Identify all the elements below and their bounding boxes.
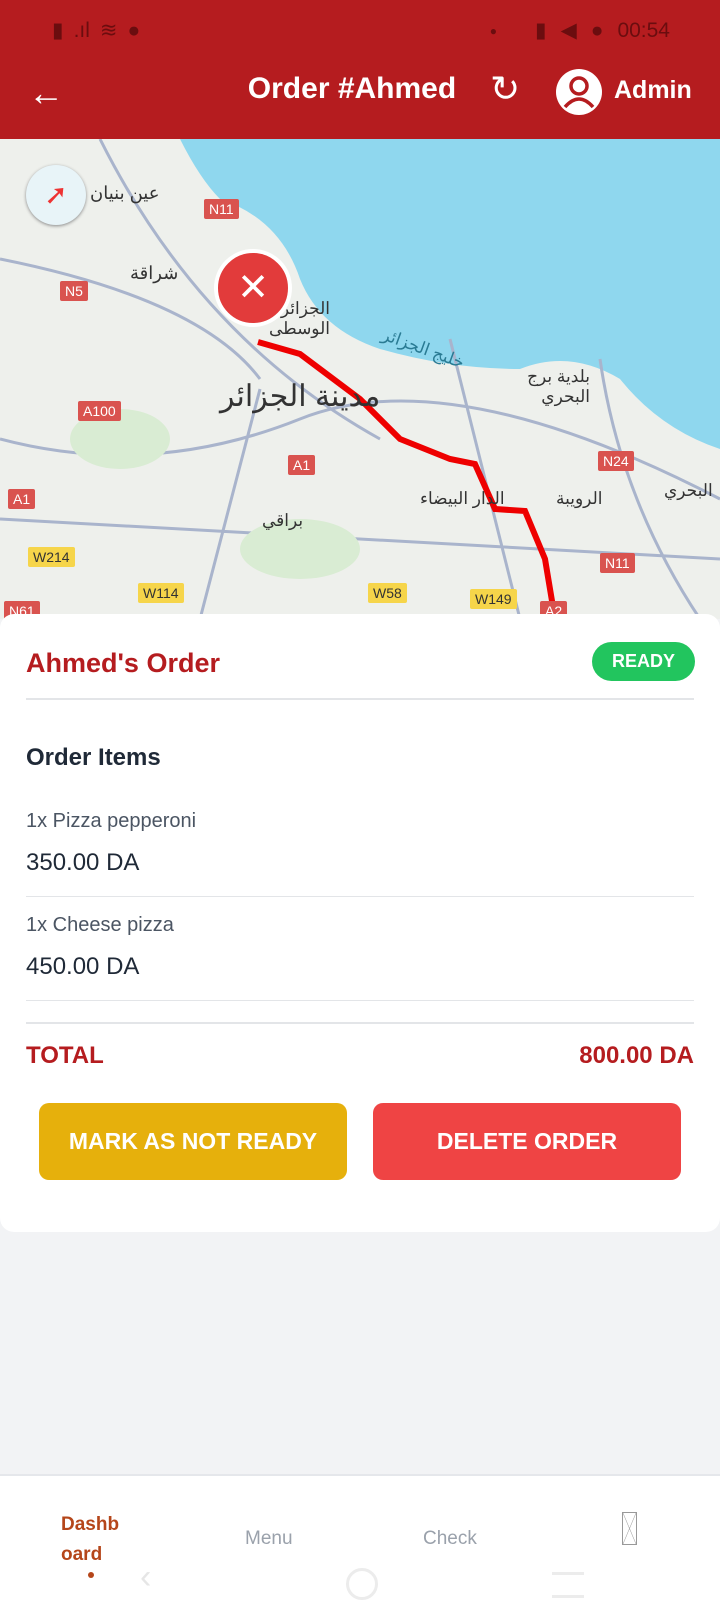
status-bar: ▮ .ıl ≋ ● ● ▮ ◀ ● 00:54: [0, 16, 720, 46]
user-avatar-icon[interactable]: [556, 69, 602, 115]
active-indicator: [88, 1572, 94, 1578]
back-arrow-icon[interactable]: ←: [28, 72, 64, 114]
page-title: Order #Ahmed: [247, 72, 457, 105]
map-label: البحري: [664, 481, 713, 500]
messenger-icon: ●: [590, 18, 604, 42]
broken-image-icon[interactable]: [622, 1512, 637, 1545]
road-sign: N11: [204, 199, 239, 219]
map-label: عين بنيان: [90, 183, 160, 203]
wifi-icon: ≋: [99, 19, 118, 42]
map-view[interactable]: ➚ ✕ عين بنيان شراقة الجزائر الوسطى خليج …: [0, 139, 720, 619]
clock: 00:54: [617, 18, 670, 42]
map-label: مدينة الجزائر: [220, 380, 381, 413]
telegram-icon: ◀: [560, 19, 577, 42]
list-item: 1x Cheese pizza 450.00 DA: [26, 914, 694, 981]
order-card: Ahmed's Order READY Order Items 1x Pizza…: [0, 614, 720, 1232]
section-title: Order Items: [26, 744, 161, 771]
road-sign: A100: [78, 401, 121, 421]
divider: [26, 1000, 694, 1001]
battery-icon: ▮: [52, 19, 64, 42]
total-value: 800.00 DA: [579, 1042, 694, 1069]
map-label: بلدية برج البحري: [527, 367, 590, 406]
item-name: 1x Pizza pepperoni: [26, 810, 197, 832]
battery-alert-icon: ▮: [535, 19, 547, 42]
road-sign: A1: [288, 455, 316, 475]
order-name: Ahmed's Order: [26, 648, 220, 678]
dot-icon: ●: [489, 23, 498, 38]
system-recents-icon[interactable]: [552, 1572, 584, 1598]
item-price: 450.00 DA: [26, 953, 140, 980]
signal-icon: .ıl: [73, 18, 90, 42]
app-bar: ▮ .ıl ≋ ● ● ▮ ◀ ● 00:54 ← Order #Ahmed ↻ Admin: [0, 0, 720, 139]
road-sign: N24: [598, 451, 634, 471]
list-item: 1x Pizza pepperoni 350.00 DA: [26, 810, 694, 877]
divider: [26, 1022, 694, 1024]
map-label: شراقة: [130, 263, 179, 283]
map-label: براقي: [262, 511, 304, 530]
nav-item-menu[interactable]: Menu: [245, 1528, 293, 1550]
item-price: 350.00 DA: [26, 849, 140, 876]
road-sign: W214: [28, 547, 75, 567]
user-name[interactable]: Admin: [614, 76, 692, 105]
refresh-icon[interactable]: ↻: [490, 68, 520, 110]
road-sign: W58: [368, 583, 407, 603]
road-sign: W114: [138, 583, 184, 603]
map-label: الجزائر الوسطى: [268, 299, 330, 338]
total-label: TOTAL: [26, 1042, 104, 1069]
road-sign: W149: [470, 589, 517, 609]
item-name: 1x Cheese pizza: [26, 914, 174, 936]
map-label: الدار البيضاء: [420, 489, 505, 508]
system-home-icon[interactable]: [346, 1568, 378, 1600]
system-back-icon[interactable]: ‹: [140, 1558, 151, 1597]
status-badge: READY: [591, 642, 695, 681]
compass-icon[interactable]: ➚: [26, 165, 86, 225]
road-sign: A1: [8, 489, 36, 509]
mark-not-ready-button[interactable]: MARK AS NOT READY: [39, 1103, 347, 1180]
nav-item-check[interactable]: Check: [423, 1528, 477, 1550]
map-label: الرويبة: [556, 489, 603, 508]
divider: [26, 896, 694, 897]
bottom-nav: Dashboard Menu Check ‹: [0, 1474, 720, 1612]
divider: [26, 698, 694, 700]
delete-order-button[interactable]: DELETE ORDER: [373, 1103, 681, 1180]
road-sign: N11: [600, 553, 635, 573]
location-icon: ●: [127, 18, 141, 42]
nav-item-dashboard[interactable]: Dashboard: [61, 1510, 121, 1570]
road-sign: N5: [60, 281, 88, 301]
